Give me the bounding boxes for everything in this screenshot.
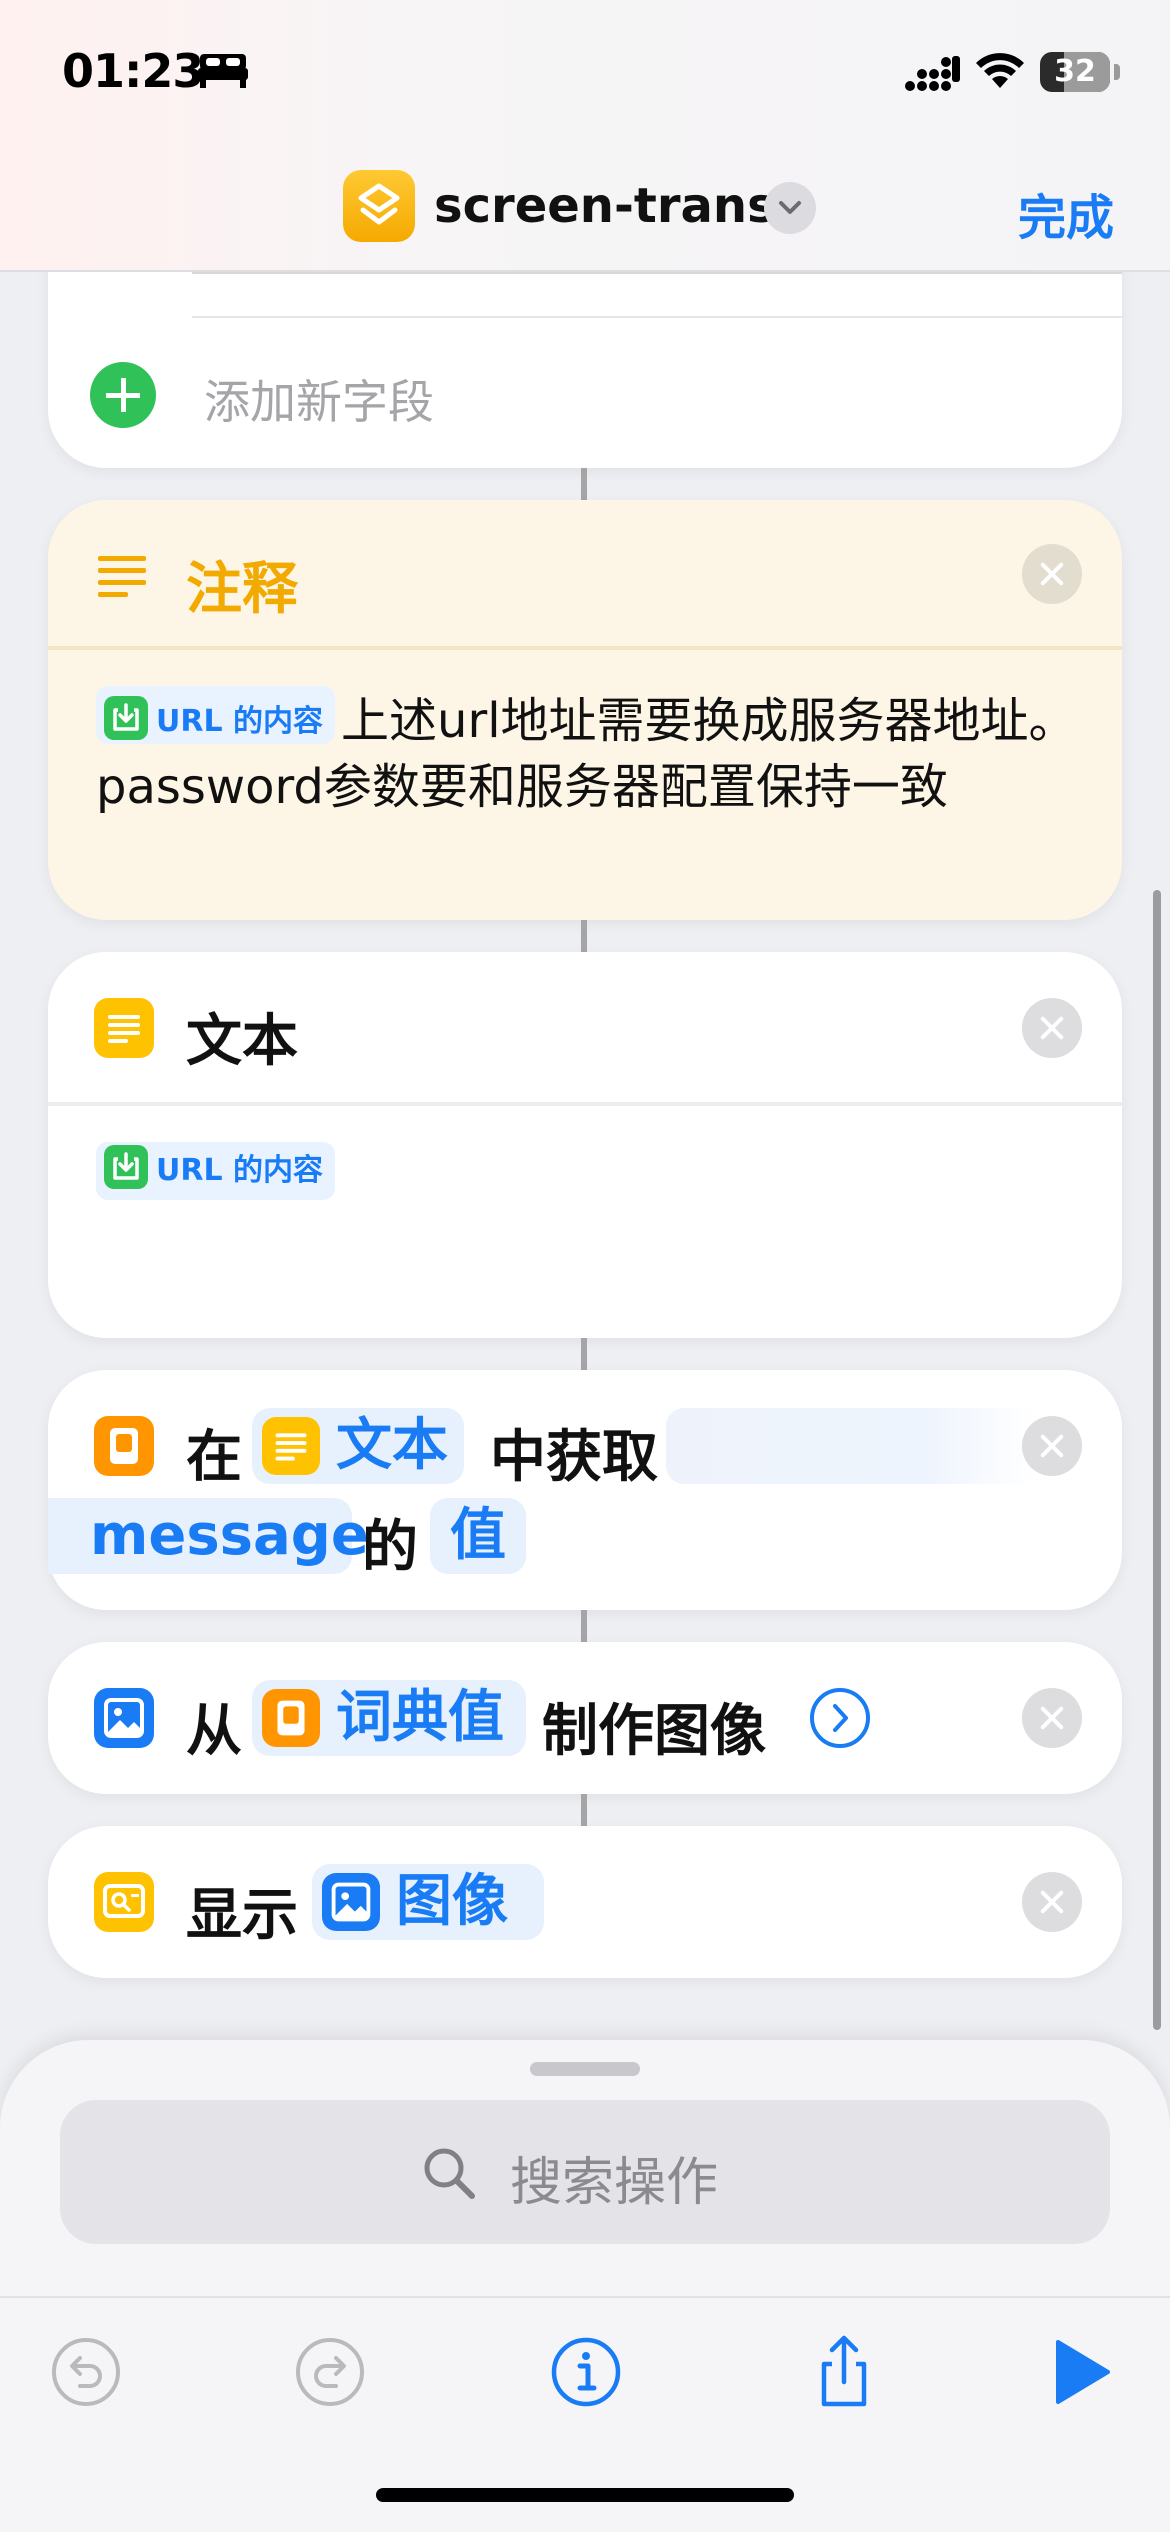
download-icon [104, 696, 148, 740]
bed-icon [198, 54, 248, 88]
redo-icon[interactable] [290, 2332, 370, 2412]
word-of: 的 [362, 1515, 418, 1580]
dictionary-value-chip[interactable]: 词典值 [252, 1680, 526, 1756]
add-field-label[interactable]: 添加新字段 [204, 366, 434, 432]
action-connector [581, 1794, 587, 1826]
key-value[interactable]: message [48, 1498, 369, 1574]
action-connector [581, 1338, 587, 1370]
word-get: 中获取 [490, 1425, 658, 1490]
battery-icon: 32 [1040, 52, 1110, 92]
search-placeholder: 搜索操作 [510, 2153, 719, 2213]
status-time: 01:23 [62, 44, 204, 98]
word-from: 从 [186, 1699, 242, 1764]
word-show: 显示 [186, 1883, 298, 1948]
close-icon[interactable] [1022, 544, 1082, 604]
wifi-icon [976, 53, 1024, 88]
battery-level: 32 [1054, 54, 1096, 89]
add-field-icon[interactable] [90, 362, 156, 428]
download-icon [104, 1145, 148, 1189]
text-body[interactable]: URL 的内容 [96, 1142, 341, 1200]
word-make: 制作图像 [542, 1699, 766, 1764]
comment-body[interactable]: URL 的内容 上述url地址需要换成服务器地址。password参数要和服务器… [96, 686, 1086, 820]
text-card-title: 文本 [186, 1009, 298, 1074]
play-icon[interactable] [1040, 2332, 1120, 2412]
dictionary-value-label: 词典值 [336, 1685, 504, 1750]
shortcuts-layers-icon[interactable] [343, 170, 415, 242]
get-dictionary-value-card: 在 文本 中获取 message 的 值 [48, 1370, 1122, 1610]
field-divider [192, 316, 1122, 318]
search-input[interactable]: 搜索操作 [60, 2100, 1110, 2244]
image-chip[interactable]: 图像 [312, 1864, 544, 1940]
value-chip[interactable]: 值 [430, 1498, 526, 1574]
word-in: 在 [186, 1425, 242, 1490]
url-content-chip-label: URL 的内容 [156, 1153, 324, 1188]
url-content-chip-label: URL 的内容 [156, 704, 324, 739]
top-bar: 01:23 32 screen-trans 完成 [0, 0, 1170, 272]
search-icon [424, 2148, 475, 2199]
text-card-divider [48, 1102, 1122, 1106]
text-variable-label: 文本 [336, 1413, 448, 1478]
close-icon[interactable] [1022, 1416, 1082, 1476]
show-result-card: 显示 图像 [48, 1826, 1122, 1978]
dictionary-icon [94, 1416, 154, 1476]
battery-nub [1114, 64, 1120, 80]
home-indicator[interactable] [376, 2488, 794, 2502]
comment-divider [48, 646, 1122, 650]
shortcut-title[interactable]: screen-trans [434, 178, 776, 234]
info-icon[interactable] [546, 2332, 626, 2412]
comment-lines-icon [98, 556, 146, 597]
dictionary-icon [262, 1689, 320, 1747]
url-content-chip[interactable]: URL 的内容 [96, 686, 336, 744]
done-button[interactable]: 完成 [1018, 178, 1114, 248]
action-connector [581, 1610, 587, 1642]
scrollbar[interactable] [1153, 890, 1161, 2030]
signal-icon [905, 56, 960, 91]
image-chip-label: 图像 [396, 1869, 508, 1934]
text-variable-chip[interactable]: 文本 [252, 1408, 464, 1484]
text-card: 文本 URL 的内容 [48, 952, 1122, 1338]
chevron-down-icon[interactable] [764, 182, 816, 234]
close-icon[interactable] [1022, 1872, 1082, 1932]
close-icon[interactable] [1022, 1688, 1082, 1748]
image-icon [322, 1873, 380, 1931]
sheet-grabber[interactable] [530, 2062, 640, 2076]
show-result-icon [94, 1872, 154, 1932]
action-connector [581, 468, 587, 500]
url-content-chip[interactable]: URL 的内容 [96, 1142, 336, 1200]
image-icon [94, 1688, 154, 1748]
text-action-icon [94, 998, 154, 1058]
comment-title: 注释 [186, 557, 298, 622]
key-field[interactable] [666, 1408, 1036, 1484]
make-image-card: 从 词典值 制作图像 [48, 1642, 1122, 1794]
share-icon[interactable] [804, 2332, 884, 2412]
action-connector [581, 920, 587, 952]
text-action-icon [262, 1417, 320, 1475]
undo-icon[interactable] [46, 2332, 126, 2412]
close-icon[interactable] [1022, 998, 1082, 1058]
chevron-right-circle-icon[interactable] [810, 1688, 870, 1748]
comment-card: 注释 URL 的内容 上述url地址需要换成服务器地址。password参数要和… [48, 500, 1122, 920]
